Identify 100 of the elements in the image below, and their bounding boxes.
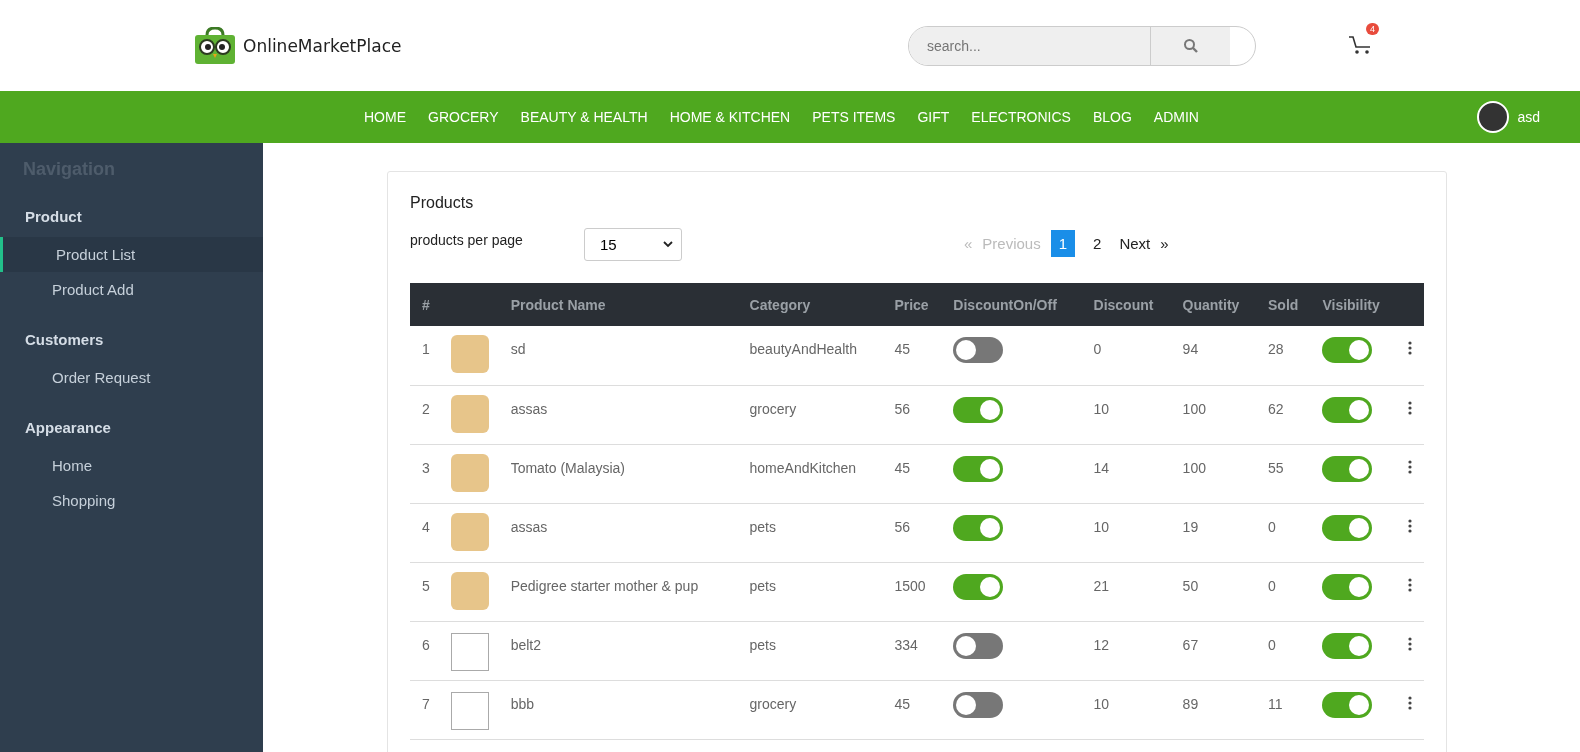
table-cell: 10 — [1085, 503, 1175, 562]
column-header: Price — [886, 283, 946, 326]
column-header: Quantity — [1174, 283, 1260, 326]
discount-toggle[interactable] — [953, 632, 1004, 659]
column-header: Category — [741, 283, 887, 326]
nav-link[interactable]: ADMIN — [1153, 109, 1199, 125]
discount-toggle[interactable] — [953, 573, 1004, 600]
nav-link[interactable]: HOME — [364, 109, 406, 125]
table-cell: 62 — [1260, 385, 1315, 444]
more-icon[interactable] — [1408, 518, 1413, 533]
table-cell: pets — [741, 621, 887, 680]
cart-badge: 4 — [1366, 22, 1379, 35]
photo-placeholder — [450, 335, 489, 373]
table-cell: 14 — [1085, 444, 1175, 503]
column-header: Discount — [1085, 283, 1175, 326]
visibility-toggle[interactable] — [1322, 573, 1373, 600]
nav-link[interactable]: BEAUTY & HEALTH — [520, 109, 648, 125]
table-cell: Pedigree starter mother & pup — [502, 562, 742, 621]
visibility-toggle[interactable] — [1322, 691, 1373, 718]
sidebar-section: Product — [0, 198, 263, 237]
last-page-link[interactable]: » — [1160, 235, 1169, 252]
table-cell: 12 — [1085, 621, 1175, 680]
brand-name: OnlineMarketPlace — [243, 35, 402, 56]
table-cell: 10 — [1085, 385, 1175, 444]
table-cell: grocery — [741, 680, 887, 739]
table-cell: 45 — [886, 326, 946, 385]
table-cell: homeAndKitchen — [741, 444, 887, 503]
search-icon — [1182, 37, 1199, 54]
column-header: Product Name — [502, 283, 742, 326]
discount-toggle[interactable] — [953, 455, 1004, 482]
card-title: Products — [410, 194, 475, 212]
more-icon[interactable] — [1408, 695, 1413, 710]
table-cell: 11 — [1260, 680, 1315, 739]
nav-link[interactable]: ELECTRONICS — [971, 109, 1071, 125]
column-header: Visibility — [1314, 283, 1401, 326]
table-cell: 334 — [886, 621, 946, 680]
table-cell: 0 — [1260, 562, 1315, 621]
table-cell: 6 — [410, 621, 443, 680]
table-cell: 0 — [1260, 503, 1315, 562]
nav-link[interactable]: GROCERY — [428, 109, 499, 125]
sidebar-item[interactable]: Product Add — [0, 272, 263, 307]
table-cell: beautyAndHealth — [741, 326, 887, 385]
table-cell: 100 — [1174, 444, 1260, 503]
table-cell: 56 — [886, 503, 946, 562]
more-icon[interactable] — [1408, 577, 1413, 592]
column-header: Sold — [1260, 283, 1315, 326]
table-cell: 21 — [1085, 562, 1175, 621]
table-cell: assas — [502, 503, 742, 562]
sidebar-item[interactable]: Home — [0, 448, 263, 483]
nav-link[interactable]: PETS ITEMS — [812, 109, 896, 125]
table-cell: belt2 — [502, 621, 742, 680]
sidebar-item[interactable]: Product List — [0, 237, 263, 272]
table-cell: 3 — [410, 444, 443, 503]
sidebar-item[interactable]: Order Request — [0, 360, 263, 395]
user-name[interactable]: asd — [1517, 109, 1540, 125]
per-page-label: products per page — [410, 231, 524, 248]
visibility-toggle[interactable] — [1322, 455, 1373, 482]
table-cell: 19 — [1174, 503, 1260, 562]
table-cell: 1500 — [886, 562, 946, 621]
sidebar-section: Customers — [0, 321, 263, 360]
table-cell: 5 — [410, 562, 443, 621]
visibility-toggle[interactable] — [1322, 514, 1373, 541]
photo-placeholder — [450, 394, 489, 433]
table-cell: 45 — [886, 680, 946, 739]
photo-placeholder — [450, 512, 489, 551]
sidebar-item[interactable]: Shopping — [0, 483, 263, 518]
broken-image-icon — [450, 632, 489, 671]
page-link[interactable]: 2 — [1085, 230, 1110, 257]
page-link[interactable]: 1 — [1050, 230, 1076, 257]
next-link[interactable]: Next — [1119, 235, 1151, 252]
nav-link[interactable]: GIFT — [917, 109, 950, 125]
table-cell: assas — [502, 385, 742, 444]
table-cell: sd — [502, 326, 742, 385]
discount-toggle[interactable] — [953, 691, 1004, 718]
table-cell: Tomato (Malaysia) — [502, 444, 742, 503]
table-cell: 28 — [1260, 326, 1315, 385]
table-cell: 2 — [410, 385, 443, 444]
visibility-toggle[interactable] — [1322, 337, 1373, 363]
broken-image-icon — [450, 691, 489, 730]
more-icon[interactable] — [1408, 636, 1413, 651]
table-cell: pets — [741, 503, 887, 562]
table-cell: 100 — [1174, 385, 1260, 444]
discount-toggle[interactable] — [953, 337, 1004, 363]
user-avatar[interactable] — [1477, 101, 1510, 133]
more-icon[interactable] — [1408, 459, 1413, 474]
discount-toggle[interactable] — [953, 514, 1004, 541]
per-page-select[interactable]: 15 — [584, 228, 682, 261]
nav-link[interactable]: BLOG — [1092, 109, 1132, 125]
sidebar-section: Appearance — [0, 409, 263, 448]
first-page-link[interactable]: « — [964, 235, 973, 252]
more-icon[interactable] — [1408, 400, 1413, 415]
table-cell: 89 — [1174, 680, 1260, 739]
chevron-icon — [663, 241, 673, 248]
visibility-toggle[interactable] — [1322, 632, 1373, 659]
table-cell: 67 — [1174, 621, 1260, 680]
table-cell: 55 — [1260, 444, 1315, 503]
nav-link[interactable]: HOME & KITCHEN — [669, 109, 791, 125]
visibility-toggle[interactable] — [1322, 396, 1373, 423]
more-icon[interactable] — [1408, 341, 1413, 355]
discount-toggle[interactable] — [953, 396, 1004, 423]
